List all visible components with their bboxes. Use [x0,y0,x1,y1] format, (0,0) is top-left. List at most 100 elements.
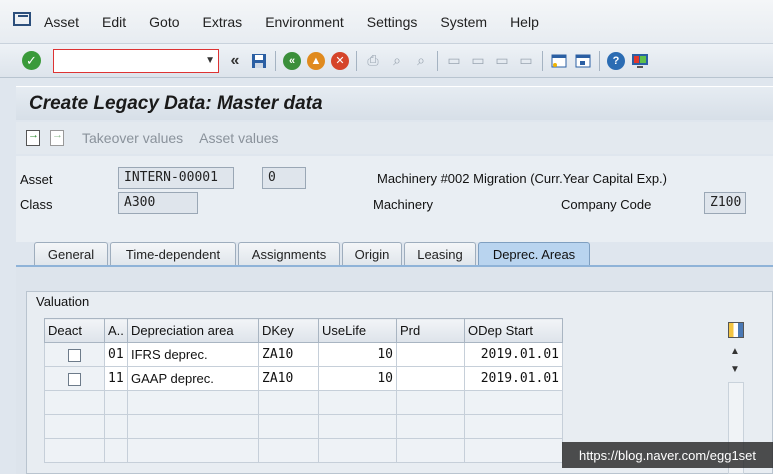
menu-extras[interactable]: Extras [203,14,243,30]
watermark: https://blog.naver.com/egg1set [562,442,773,468]
deact-cell [44,342,105,367]
scroll-up-icon[interactable]: ▲ [730,346,740,357]
tab-assignments[interactable]: Assignments [238,242,340,266]
empty-cell [127,414,259,439]
deactivate-checkbox[interactable] [68,349,81,363]
toolbar-separator [599,50,600,71]
dkey-input[interactable]: ZA10 [258,342,319,367]
uselife-input[interactable]: 10 [318,366,397,391]
empty-cell [318,414,397,439]
column-header-deact[interactable]: Deact [44,318,105,343]
cancel-icon[interactable]: ✕ [330,51,350,71]
command-input[interactable] [54,49,194,72]
asset-number-field[interactable]: INTERN-00001 [118,167,234,189]
empty-cell [464,438,563,463]
new-session-icon[interactable] [549,51,569,71]
menu-goto[interactable]: Goto [149,14,179,30]
customize-layout-icon[interactable] [630,51,650,71]
tab-time-dependent[interactable]: Time-dependent [110,242,236,266]
empty-cell [464,390,563,415]
menu-environment[interactable]: Environment [265,14,344,30]
column-header-area[interactable]: A.. [104,318,128,343]
first-page-icon: ▭ [447,52,461,68]
prd-input[interactable] [396,342,465,367]
column-header-dkey[interactable]: DKey [258,318,319,343]
dkey-input[interactable]: ZA10 [258,366,319,391]
empty-cell [396,438,465,463]
menubar: Asset Edit Goto Extras Environment Setti… [0,0,773,44]
table-layout-icon[interactable] [728,322,744,338]
asset-values-button: Asset values [199,130,279,146]
empty-cell [104,390,128,415]
shortcut-icon[interactable] [573,51,593,71]
system-menu-icon[interactable] [12,10,31,28]
takeover-document-icon[interactable] [26,129,40,146]
empty-cell [318,390,397,415]
standard-toolbar: ✓ ▼ « « ▲ ✕ ⎙ ⌕ ⌕ ▭ ▭ ▭ ▭ ? [0,44,773,78]
empty-row [44,438,563,463]
odep-start-input[interactable]: 2019.01.01 [464,342,563,367]
empty-cell [104,438,128,463]
deactivate-checkbox[interactable] [68,373,81,387]
exit-icon[interactable]: ▲ [306,51,326,71]
empty-cell [258,390,319,415]
column-header-odep-start[interactable]: ODep Start [464,318,563,343]
company-code-field[interactable]: Z100 [704,192,746,214]
prd-input[interactable] [396,366,465,391]
application-toolbar: Takeover values Asset values [16,122,773,154]
odep-start-input[interactable]: 2019.01.01 [464,366,563,391]
tab-leasing[interactable]: Leasing [404,242,476,266]
next-page-icon: ▭ [495,52,509,68]
valuation-group-title: Valuation [36,294,90,309]
command-field[interactable]: ▼ [53,48,219,73]
column-header-depreciation-area[interactable]: Depreciation area [127,318,259,343]
chevron-down-icon[interactable]: ▼ [205,55,215,66]
area-number-cell: 01 [104,342,128,367]
column-header-prd[interactable]: Prd [396,318,465,343]
menu-help[interactable]: Help [510,14,539,30]
back-history-icon[interactable]: « [225,51,245,71]
area-name-cell: IFRS deprec. [127,342,259,367]
save-icon[interactable] [249,51,269,71]
enter-check-icon[interactable]: ✓ [22,51,41,70]
last-page-icon: ▭ [519,52,533,68]
menu-asset[interactable]: Asset [44,14,79,30]
menu-edit[interactable]: Edit [102,14,126,30]
asset-subnumber-field[interactable]: 0 [262,167,306,189]
empty-cell [127,390,259,415]
tab-deprec-areas[interactable]: Deprec. Areas [478,242,590,266]
depreciation-areas-table: Deact A.. Depreciation area DKey UseLife… [44,318,563,474]
toolbar-separator [356,50,357,71]
empty-cell [44,438,105,463]
deact-cell [44,366,105,391]
tab-origin[interactable]: Origin [342,242,402,266]
previous-page-icon: ▭ [471,52,485,68]
toolbar-separator [275,50,276,71]
back-icon[interactable]: « [282,51,302,71]
tab-strip: General Time-dependent Assignments Origi… [16,242,773,266]
scroll-down-icon[interactable]: ▼ [730,364,740,375]
table-row: 01 IFRS deprec. ZA10 10 2019.01.01 [44,342,563,367]
class-description: Machinery [373,197,433,212]
empty-row [44,390,563,415]
empty-cell [44,390,105,415]
empty-cell [44,414,105,439]
find-next-icon: ⌕ [417,52,425,68]
menu-settings[interactable]: Settings [367,14,418,30]
class-label: Class [20,197,53,212]
empty-cell [396,414,465,439]
tab-general[interactable]: General [34,242,108,266]
asset-label: Asset [20,172,53,187]
help-icon[interactable]: ? [606,51,626,71]
menu-system[interactable]: System [440,14,487,30]
area-number-cell: 11 [104,366,128,391]
empty-cell [396,390,465,415]
column-header-uselife[interactable]: UseLife [318,318,397,343]
empty-cell [464,414,563,439]
find-icon: ⌕ [393,52,401,68]
empty-cell [318,438,397,463]
uselife-input[interactable]: 10 [318,342,397,367]
empty-cell [127,438,259,463]
asset-class-field[interactable]: A300 [118,192,198,214]
toolbar-separator [542,50,543,71]
